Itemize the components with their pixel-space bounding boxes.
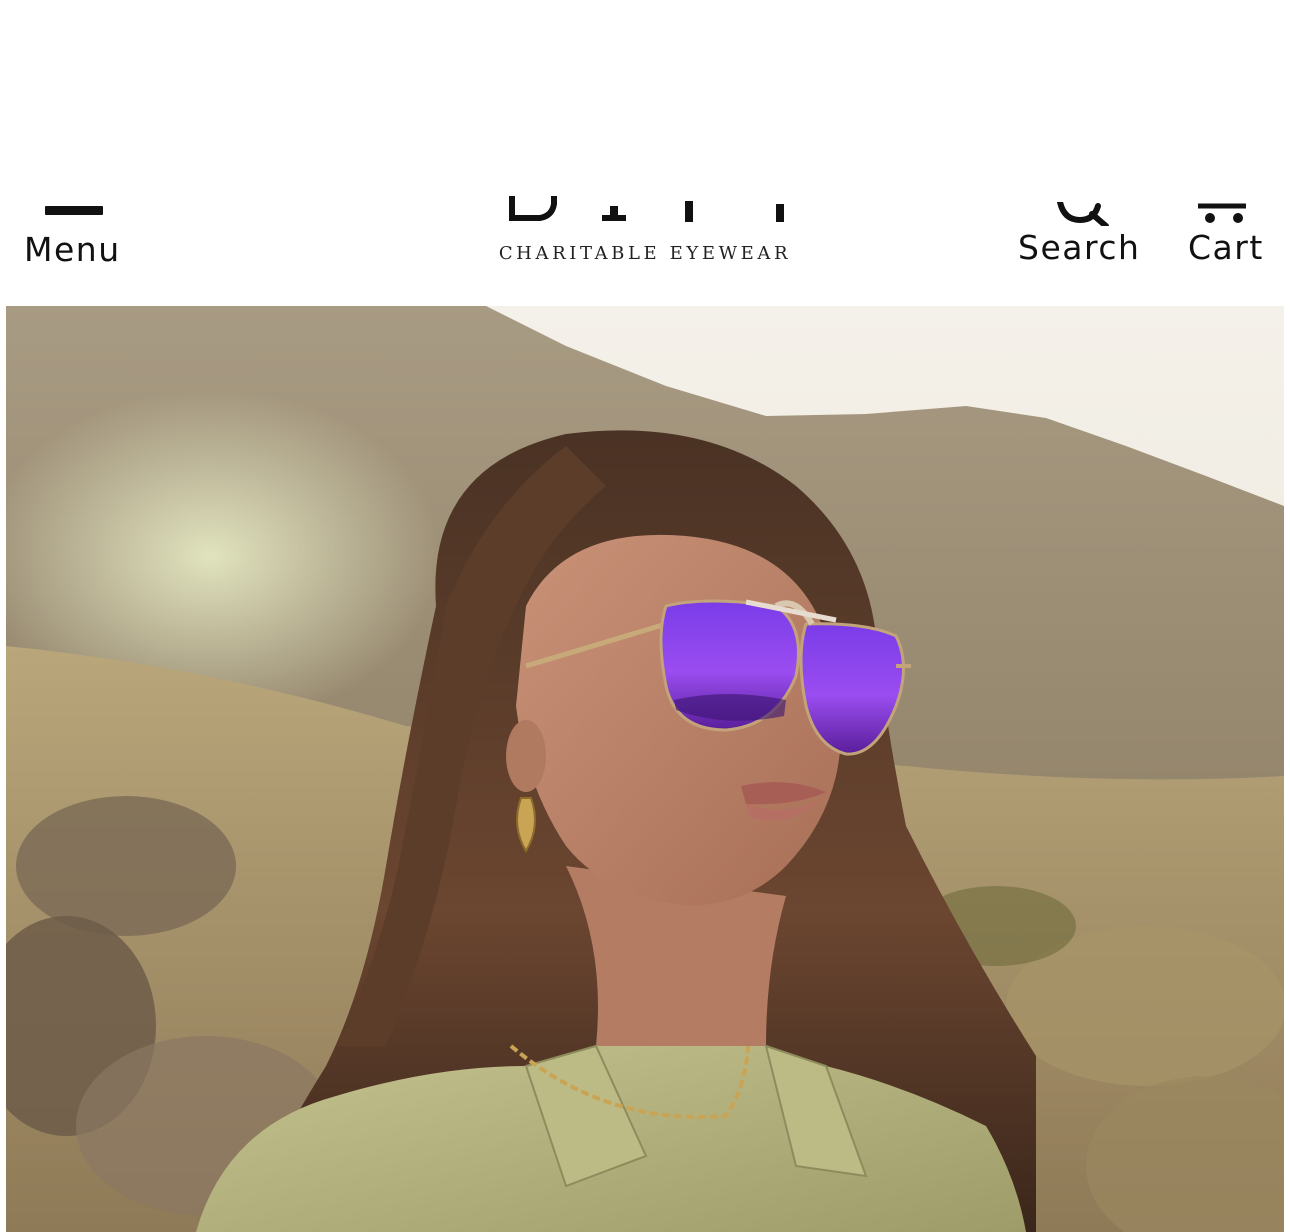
search-button[interactable]: Search — [1010, 196, 1150, 272]
menu-button[interactable]: Menu — [20, 200, 130, 270]
hamburger-menu-icon — [45, 206, 103, 215]
site-header: Menu CHARITABLE EYEWEAR Search Cart — [0, 0, 1290, 300]
shopping-cart-icon — [1198, 203, 1246, 223]
cart-button[interactable]: Cart — [1180, 196, 1280, 272]
hero-image[interactable] — [6, 306, 1284, 1232]
search-label: Search — [1018, 228, 1141, 267]
hero-photo — [6, 306, 1284, 1232]
menu-label: Menu — [24, 230, 121, 269]
logo-wordmark-icon — [509, 196, 784, 222]
brand-logo[interactable]: CHARITABLE EYEWEAR — [470, 196, 820, 272]
page: Menu CHARITABLE EYEWEAR Search Cart — [0, 0, 1290, 1232]
logo-tagline: CHARITABLE EYEWEAR — [498, 243, 792, 264]
cart-label: Cart — [1188, 228, 1264, 267]
magnifier-search-icon — [1057, 202, 1109, 226]
